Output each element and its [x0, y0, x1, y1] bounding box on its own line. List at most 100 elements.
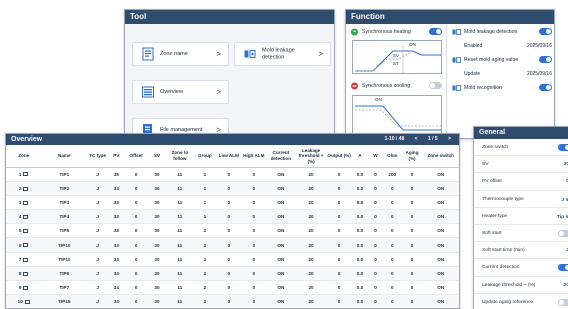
reset-aging-icon [452, 57, 461, 63]
table-cell: 20 [295, 195, 327, 211]
synchronous-cooling-toggle[interactable] [429, 82, 442, 89]
column-header: Ohm [382, 145, 402, 168]
overview-button[interactable]: Overview > [132, 80, 229, 104]
table-cell: 0 [382, 181, 402, 196]
column-header: Name [41, 145, 88, 168]
table-cell: 0.0 [351, 266, 369, 282]
cooling-icon [351, 82, 358, 90]
table-cell[interactable]: ON [422, 209, 459, 225]
table-cell[interactable]: ON [422, 223, 459, 239]
table-cell[interactable]: ON [422, 294, 459, 308]
pager-next-button[interactable]: > [448, 136, 451, 142]
chevron-right-icon: > [216, 87, 221, 97]
table-cell: 0 [382, 252, 402, 267]
column-header: PV [108, 145, 125, 168]
table-cell: 30 [147, 167, 167, 182]
setting-label: Soft start time (min) [482, 248, 525, 254]
setting-toggle[interactable] [558, 298, 568, 306]
zone-name-button[interactable]: Zone name > [132, 42, 229, 66]
table-cell[interactable]: ON [422, 167, 459, 182]
table-cell: 0 [368, 294, 383, 308]
table-cell: 0 [401, 280, 423, 296]
table-cell[interactable]: ON [422, 181, 459, 196]
synchronous-heating-toggle[interactable] [429, 28, 442, 35]
setting-label: Update aging reference [482, 299, 534, 305]
table-cell: 0 [124, 294, 148, 308]
synchronous-heating-chart: ON SV ST [352, 40, 442, 74]
column-header: Aging (%) [401, 145, 423, 168]
mold-leakage-detection-toggle[interactable] [539, 28, 552, 35]
table-cell: J [87, 181, 109, 196]
table-cell: 33 [108, 237, 125, 253]
table-cell: 11 [166, 181, 194, 196]
table-cell: 0.0 [351, 209, 369, 225]
table-cell: 0 [382, 223, 402, 239]
table-cell: TIP7 [41, 280, 88, 296]
table-cell: 0 [216, 237, 242, 253]
mold-recognition-label: Mold recognition [464, 85, 503, 91]
table-cell: 0 [216, 252, 242, 267]
function-right-column: Mold leakage detection Enabled 2025/09/1… [448, 24, 554, 138]
table-cell: 30 [147, 209, 167, 225]
zone-number: 8 [18, 270, 22, 276]
table-cell: 0.0 [351, 181, 369, 196]
table-row[interactable]: 8 TIP6 J 34 0 30 11 2 0 0 ON 20 0 0.0 0 0 0 ON [6, 266, 459, 282]
table-cell: TIP1 [41, 167, 88, 182]
setting-value[interactable]: 20 [564, 283, 568, 288]
setting-toggle[interactable] [558, 230, 568, 237]
table-row[interactable]: 10 TIP15 J 34 0 30 11 2 0 0 ON 20 0 0.0 0 0 0 ON [6, 294, 459, 308]
table-cell: 0 [401, 252, 423, 267]
reset-mold-aging-toggle[interactable] [539, 56, 552, 63]
function-panel-title: Function [346, 10, 554, 24]
setting-value[interactable]: 30 [564, 162, 568, 167]
table-cell: TIP15 [41, 294, 88, 308]
update-label: Update [464, 71, 481, 77]
setting-toggle[interactable] [558, 264, 568, 272]
table-cell: 20 [295, 237, 327, 253]
table-cell: 0 [401, 223, 423, 239]
table-cell: ON [266, 266, 296, 282]
setting-label: Zone switch [482, 145, 509, 150]
table-cell: 33 [108, 195, 125, 211]
table-row[interactable]: 7 TIP11 J 33 0 30 11 2 0 0 ON 20 0 0.0 0 0 0 ON [6, 252, 459, 267]
setting-value[interactable]: Tip ∨ [557, 214, 568, 220]
table-cell: 0.0 [351, 280, 369, 296]
zone-cell: 10 [6, 294, 42, 308]
zone-number: 6 [18, 242, 22, 248]
table-row[interactable]: 4 TIP4 J 33 0 30 11 1 0 0 ON 20 0 0.0 0 0 0 ON [6, 209, 459, 225]
table-cell: 0 [124, 209, 148, 225]
column-header: Zone to follow [166, 145, 194, 168]
table-cell: 0 [241, 280, 267, 296]
setting-toggle[interactable] [558, 144, 568, 151]
update-date: 2025/09/16 [526, 71, 552, 77]
zone-icon [23, 186, 29, 191]
table-cell[interactable]: ON [422, 195, 459, 211]
table-cell[interactable]: ON [422, 252, 459, 267]
general-setting-row: Zone switch [474, 139, 568, 157]
pager-prev-button[interactable]: < [415, 136, 418, 142]
table-cell: ON [266, 237, 296, 253]
table-row[interactable]: 5 TIP5 J 33 0 30 11 2 0 0 ON 20 0 0.0 0 0 0 ON [6, 223, 459, 239]
table-cell: 0 [326, 252, 352, 267]
setting-value[interactable]: J ∨ [561, 197, 568, 203]
mold-recognition-toggle[interactable] [539, 84, 552, 91]
table-cell: 33 [108, 223, 125, 239]
heating-icon [351, 28, 358, 36]
table-cell: TIP5 [41, 223, 88, 239]
table-cell: 0 [216, 280, 242, 296]
table-row[interactable]: 3 TIP3 J 33 0 30 11 1 0 0 ON 20 0 0.0 0 0 0 ON [6, 195, 459, 211]
table-cell[interactable]: ON [422, 266, 459, 282]
chevron-right-icon: > [318, 49, 323, 59]
table-cell: TIP11 [41, 252, 88, 267]
table-row[interactable]: 1 TIP1 J 35 0 30 11 1 0 0 ON 20 0 0.0 0 200 0 ON [6, 167, 459, 182]
column-header: Current detection [266, 145, 296, 168]
table-row[interactable]: 9 TIP7 J 34 0 30 11 2 0 0 ON 20 0 0.0 0 0 0 ON [6, 280, 459, 296]
table-cell[interactable]: ON [422, 280, 459, 296]
table-row[interactable]: 2 TIP2 J 33 0 30 11 1 0 0 ON 20 0 0.0 0 0 0 ON [6, 181, 459, 196]
table-row[interactable]: 6 TIP10 J 33 0 30 11 2 0 0 ON 20 0 0.0 0 0 0 ON [6, 237, 459, 253]
tool-panel: Tool Zone name > Mold leakage detection … [124, 9, 335, 139]
function-panel-body: Synchronous heating ON SV ST Synchronous [346, 24, 554, 138]
table-cell: 2 [193, 252, 217, 267]
table-cell[interactable]: ON [422, 237, 459, 253]
mold-leakage-detection-button[interactable]: Mold leakage detection > [234, 42, 331, 66]
